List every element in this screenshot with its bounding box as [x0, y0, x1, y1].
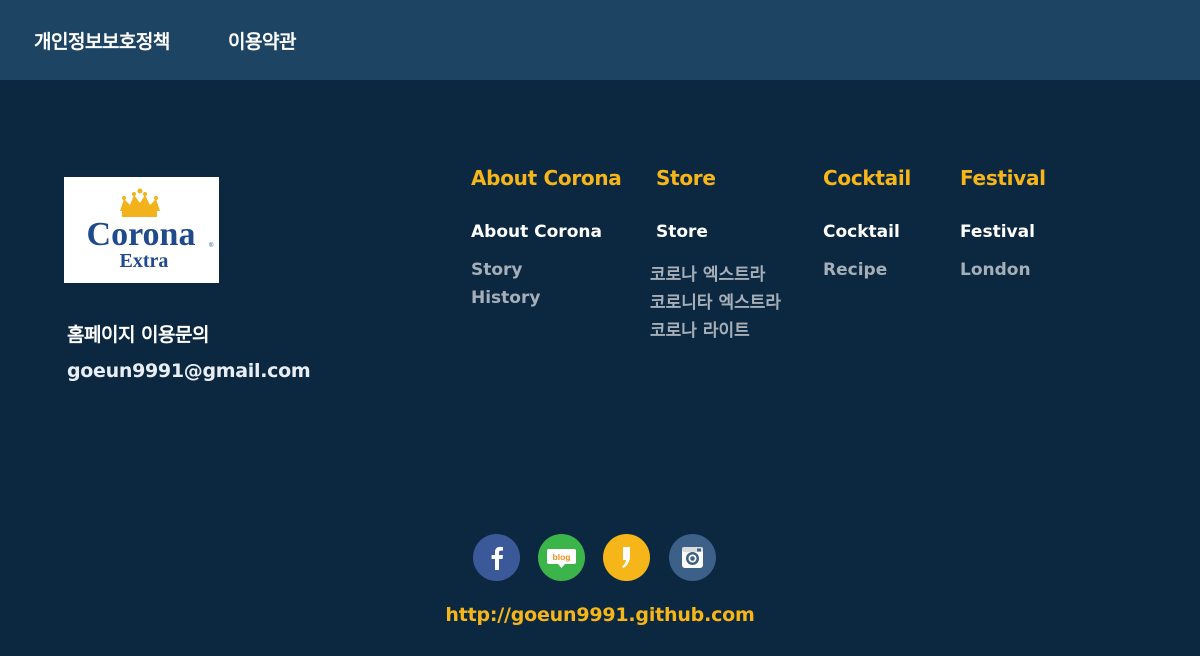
- column-list-festival: London: [960, 260, 1046, 288]
- column-title-store[interactable]: Store: [656, 166, 781, 190]
- privacy-policy-link[interactable]: 개인정보보호정책: [34, 27, 170, 54]
- logo-brand-sub: Extra: [120, 250, 169, 272]
- contact-email-link[interactable]: goeun9991@gmail.com: [67, 360, 311, 382]
- footer-column-store: Store Store 코로나 엑스트라 코로니타 엑스트라 코로나 라이트: [650, 166, 781, 344]
- footer-link-coronita-extra[interactable]: 코로니타 엑스트라: [650, 288, 781, 316]
- instagram-icon[interactable]: [669, 534, 716, 581]
- site-url-link[interactable]: http://goeun9991.github.com: [0, 604, 1200, 626]
- footer-link-corona-extra[interactable]: 코로나 엑스트라: [650, 260, 781, 288]
- contact-title: 홈페이지 이용문의: [67, 324, 209, 346]
- footer-link-history[interactable]: History: [471, 288, 621, 316]
- footer-column-about: About Corona About Corona Story History: [471, 166, 622, 316]
- registered-mark: ®: [209, 242, 214, 249]
- column-sub-festival[interactable]: Festival: [960, 222, 1046, 244]
- footer-link-corona-light[interactable]: 코로나 라이트: [650, 316, 781, 344]
- column-list-store: 코로나 엑스트라 코로니타 엑스트라 코로나 라이트: [650, 260, 781, 344]
- footer-column-cocktail: Cocktail Cocktail Recipe: [823, 166, 911, 288]
- footer-link-london[interactable]: London: [960, 260, 1046, 288]
- kakaostory-icon[interactable]: [603, 534, 650, 581]
- top-nav-bar: 개인정보보호정책 이용약관: [0, 0, 1200, 80]
- crown-icon: [120, 188, 160, 217]
- blog-icon[interactable]: blog: [538, 534, 585, 581]
- footer-link-recipe[interactable]: Recipe: [823, 260, 911, 288]
- column-title-about[interactable]: About Corona: [471, 166, 622, 190]
- column-sub-cocktail[interactable]: Cocktail: [823, 222, 911, 244]
- column-sub-about[interactable]: About Corona: [471, 222, 621, 244]
- column-sub-store[interactable]: Store: [656, 222, 781, 244]
- footer-link-story[interactable]: Story: [471, 260, 621, 288]
- footer-column-festival: Festival Festival London: [960, 166, 1046, 288]
- corona-extra-logo[interactable]: Corona ® Extra: [64, 177, 219, 283]
- logo-brand-word: Corona: [87, 216, 196, 253]
- column-list-cocktail: Recipe: [823, 260, 911, 288]
- column-title-festival[interactable]: Festival: [960, 166, 1046, 190]
- column-list-about: Story History: [471, 260, 621, 316]
- terms-of-use-link[interactable]: 이용약관: [228, 27, 296, 54]
- blog-icon-text: blog: [553, 552, 571, 562]
- facebook-icon[interactable]: [473, 534, 520, 581]
- column-title-cocktail[interactable]: Cocktail: [823, 166, 911, 190]
